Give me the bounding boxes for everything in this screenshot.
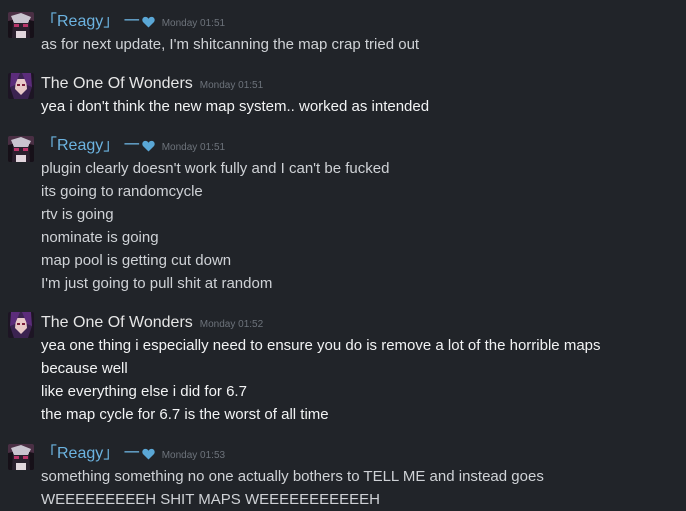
message-line: plugin clearly doesn't work fully and I … xyxy=(41,160,390,177)
wonders-avatar-icon[interactable] xyxy=(8,312,34,338)
message-line: yea i don't think the new map system.. w… xyxy=(41,98,430,115)
heart-icon xyxy=(142,15,155,33)
reagy-avatar-icon[interactable] xyxy=(8,444,34,470)
chat-log: 「Reagy」 一 Monday 01:51 as for next updat… xyxy=(0,0,686,511)
heart-icon xyxy=(142,139,155,157)
message-line: map pool is getting cut down xyxy=(41,252,232,269)
author-name[interactable]: The One Of Wonders xyxy=(41,73,193,95)
message-header: 「Reagy」 一 Monday 01:53 xyxy=(41,443,686,465)
message-group: The One Of Wonders Monday 01:52 yea one … xyxy=(0,312,686,426)
message-line: the map cycle for 6.7 is the worst of al… xyxy=(41,406,329,423)
timestamp: Monday 01:51 xyxy=(161,18,226,29)
message-line: because well xyxy=(41,360,128,377)
reagy-avatar-icon[interactable] xyxy=(8,136,34,162)
message-header: 「Reagy」 一 Monday 01:51 xyxy=(41,135,686,157)
message-line: like everything else i did for 6.7 xyxy=(41,383,247,400)
message-line: WEEEEEEEEEH SHIT MAPS WEEEEEEEEEEEH xyxy=(41,491,380,508)
message-line: its going to randomcycle xyxy=(41,183,203,200)
wonders-avatar-icon[interactable] xyxy=(8,73,34,99)
message-line: as for next update, I'm shitcanning the … xyxy=(41,36,420,53)
message-group: The One Of Wonders Monday 01:51 yea i do… xyxy=(0,73,686,118)
message-line: nominate is going xyxy=(41,229,159,246)
timestamp: Monday 01:52 xyxy=(199,319,264,330)
reagy-avatar-icon[interactable] xyxy=(8,12,34,38)
timestamp: Monday 01:51 xyxy=(161,142,226,153)
heart-icon xyxy=(142,447,155,465)
message-line: rtv is going xyxy=(41,206,114,223)
message-line: something something no one actually both… xyxy=(41,468,544,485)
message-line: yea one thing i especially need to ensur… xyxy=(41,337,601,354)
timestamp: Monday 01:51 xyxy=(199,80,264,91)
author-name[interactable]: 「Reagy」 一 xyxy=(41,11,140,33)
message-group: 「Reagy」 一 Monday 01:53 something somethi… xyxy=(0,443,686,511)
message-header: 「Reagy」 一 Monday 01:51 xyxy=(41,11,686,33)
message-header: The One Of Wonders Monday 01:51 xyxy=(41,73,686,95)
author-name[interactable]: The One Of Wonders xyxy=(41,312,193,334)
message-header: The One Of Wonders Monday 01:52 xyxy=(41,312,686,334)
message-line: I'm just going to pull shit at random xyxy=(41,275,273,292)
message-group: 「Reagy」 一 Monday 01:51 as for next updat… xyxy=(0,11,686,56)
timestamp: Monday 01:53 xyxy=(161,450,226,461)
message-group: 「Reagy」 一 Monday 01:51 plugin clearly do… xyxy=(0,135,686,295)
author-name[interactable]: 「Reagy」 一 xyxy=(41,135,140,157)
author-name[interactable]: 「Reagy」 一 xyxy=(41,443,140,465)
